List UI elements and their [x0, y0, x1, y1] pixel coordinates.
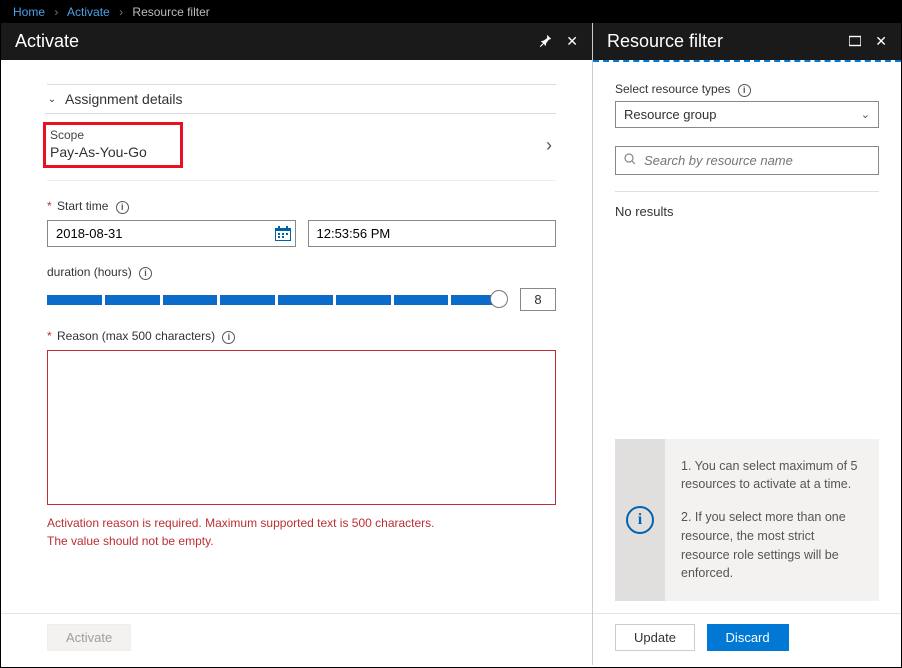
scope-row[interactable]: Scope Pay-As-You-Go ›	[47, 114, 556, 181]
duration-label: duration (hours)	[47, 265, 132, 279]
reason-textarea[interactable]	[47, 350, 556, 505]
resource-filter-header: Resource filter ✕	[593, 23, 901, 60]
info-icon[interactable]: i	[738, 84, 751, 97]
breadcrumb-current: Resource filter	[132, 5, 209, 19]
search-icon	[624, 153, 636, 168]
time-input-wrap[interactable]	[308, 220, 557, 247]
breadcrumb: Home › Activate › Resource filter	[1, 1, 901, 23]
resource-types-value: Resource group	[624, 107, 861, 122]
reason-label: Reason (max 500 characters)	[57, 329, 215, 343]
duration-slider[interactable]	[47, 293, 506, 307]
resource-types-select[interactable]: Resource group ⌄	[615, 101, 879, 128]
resource-types-label: Select resource types	[615, 82, 730, 96]
start-time-label: Start time	[57, 199, 108, 213]
reason-error: Activation reason is required. Maximum s…	[47, 514, 556, 550]
resource-filter-body: Select resource types i Resource group ⌄…	[593, 62, 901, 613]
info-icon[interactable]: i	[222, 331, 235, 344]
info-text-1: 1. You can select maximum of 5 resources…	[681, 457, 863, 495]
activate-footer: Activate	[1, 613, 592, 665]
close-icon[interactable]: ✕	[875, 33, 887, 50]
scope-value: Pay-As-You-Go	[50, 144, 174, 160]
breadcrumb-activate[interactable]: Activate	[67, 5, 110, 19]
info-icon[interactable]: i	[116, 201, 129, 214]
close-icon[interactable]: ✕	[566, 33, 578, 50]
time-input[interactable]	[309, 221, 556, 246]
resource-search-input[interactable]	[642, 152, 870, 169]
activate-button: Activate	[47, 624, 131, 651]
info-icon[interactable]: i	[139, 267, 152, 280]
scope-highlight: Scope Pay-As-You-Go	[43, 122, 183, 168]
pin-icon[interactable]	[539, 34, 552, 50]
activate-body: ⌄ Assignment details Scope Pay-As-You-Go…	[1, 60, 592, 613]
resource-filter-title: Resource filter	[607, 31, 835, 52]
activate-title: Activate	[15, 31, 525, 52]
info-text-2: 2. If you select more than one resource,…	[681, 508, 863, 583]
date-input[interactable]	[48, 221, 271, 246]
reason-field: * Reason (max 500 characters) i Activati…	[47, 329, 556, 550]
chevron-right-icon: ›	[546, 135, 552, 156]
update-button[interactable]: Update	[615, 624, 695, 651]
activate-pane: Activate ✕ ⌄ Assignment details Scope Pa…	[1, 23, 593, 665]
slider-thumb[interactable]	[490, 290, 508, 308]
info-icon: i	[626, 506, 654, 534]
start-time-field: * Start time i	[47, 199, 556, 247]
activate-header: Activate ✕	[1, 23, 592, 60]
resource-filter-pane: Resource filter ✕ Select resource types …	[593, 23, 901, 665]
section-label: Assignment details	[65, 91, 183, 107]
section-assignment-details[interactable]: ⌄ Assignment details	[45, 85, 556, 114]
breadcrumb-sep-icon: ›	[54, 5, 58, 19]
discard-button[interactable]: Discard	[707, 624, 789, 651]
scope-label: Scope	[50, 128, 174, 142]
chevron-down-icon: ⌄	[45, 94, 59, 105]
maximize-icon[interactable]	[849, 34, 861, 50]
duration-value[interactable]: 8	[520, 288, 556, 311]
breadcrumb-sep-icon: ›	[119, 5, 123, 19]
breadcrumb-home[interactable]: Home	[13, 5, 45, 19]
no-results-text: No results	[615, 204, 879, 219]
resource-search[interactable]	[615, 146, 879, 175]
chevron-down-icon: ⌄	[861, 108, 870, 121]
required-icon: *	[47, 329, 52, 343]
calendar-icon[interactable]	[271, 221, 295, 246]
required-icon: *	[47, 199, 52, 213]
info-panel: i 1. You can select maximum of 5 resourc…	[615, 439, 879, 602]
date-input-wrap[interactable]	[47, 220, 296, 247]
duration-field: duration (hours) i 8	[47, 265, 556, 311]
resource-filter-footer: Update Discard	[593, 613, 901, 665]
